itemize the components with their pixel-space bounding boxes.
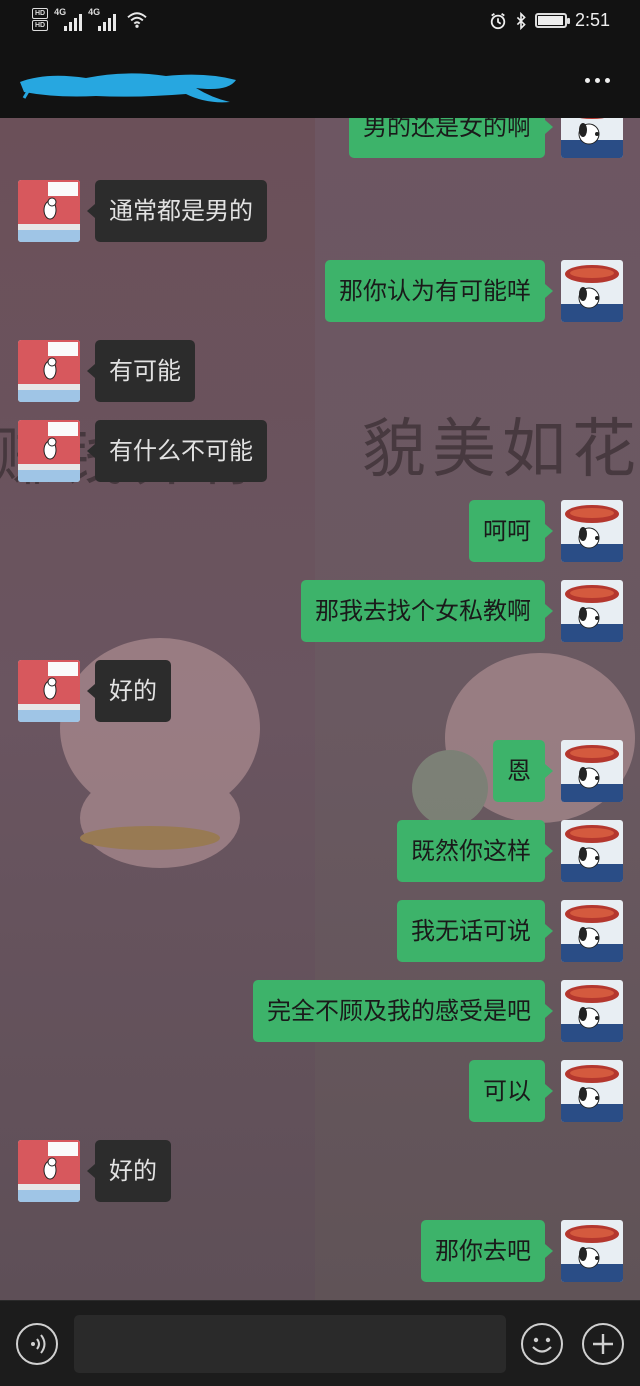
message-row: 那你认为有可能咩: [0, 260, 640, 322]
clock-time: 2:51: [574, 10, 610, 30]
my-avatar[interactable]: [561, 260, 623, 322]
outgoing-message-bubble[interactable]: 那你去吧: [421, 1220, 553, 1282]
message-row: 有可能: [0, 340, 640, 402]
outgoing-message-bubble[interactable]: 既然你这样: [397, 820, 553, 882]
chat-header: [0, 44, 640, 118]
message-row: 有什么不可能: [0, 420, 640, 482]
outgoing-message-bubble[interactable]: 可以: [469, 1060, 553, 1122]
message-input[interactable]: [74, 1315, 506, 1373]
message-row: 完全不顾及我的感受是吧: [0, 980, 640, 1042]
wifi-icon: [127, 11, 147, 28]
my-avatar[interactable]: [561, 118, 623, 158]
outgoing-message-bubble[interactable]: 完全不顾及我的感受是吧: [253, 980, 553, 1042]
my-avatar[interactable]: [561, 580, 623, 642]
battery-icon: [534, 13, 570, 28]
contact-avatar[interactable]: [18, 1140, 80, 1202]
outgoing-message-bubble[interactable]: 男的还是女的啊: [349, 118, 553, 158]
signal-icon: 4G: [54, 7, 83, 31]
message-row: 好的: [0, 660, 640, 722]
message-row: 我无话可说: [0, 900, 640, 962]
my-avatar[interactable]: [561, 980, 623, 1042]
message-row: 男的还是女的啊: [0, 118, 640, 158]
incoming-message-bubble[interactable]: 好的: [87, 660, 171, 722]
hd-badge-bottom: HD: [32, 20, 49, 31]
hd-badges: HD HD: [32, 8, 49, 31]
hd-badge-top: HD: [32, 8, 49, 19]
message-row: 那我去找个女私教啊: [0, 580, 640, 642]
incoming-message-bubble[interactable]: 通常都是男的: [87, 180, 267, 242]
my-avatar[interactable]: [561, 900, 623, 962]
message-row: 既然你这样: [0, 820, 640, 882]
message-row: 恩: [0, 740, 640, 802]
message-row: 好的: [0, 1140, 640, 1202]
emoji-button[interactable]: [521, 1323, 563, 1365]
my-avatar[interactable]: [561, 500, 623, 562]
outgoing-message-bubble[interactable]: 恩: [493, 740, 553, 802]
chat-message-list[interactable]: 赚钱养你 貌美如花 男的还是女的啊通常都是男的那你认为有可能咩有可能有什么不可能…: [0, 118, 640, 1300]
bluetooth-icon: [516, 11, 526, 30]
incoming-message-bubble[interactable]: 有什么不可能: [87, 420, 267, 482]
outgoing-message-bubble[interactable]: 那你认为有可能咩: [325, 260, 553, 322]
incoming-message-bubble[interactable]: 好的: [87, 1140, 171, 1202]
message-row: 可以: [0, 1060, 640, 1122]
my-avatar[interactable]: [561, 1220, 623, 1282]
more-dots-icon: [584, 77, 590, 83]
my-avatar[interactable]: [561, 820, 623, 882]
redacted-contact-name: [20, 73, 236, 103]
outgoing-message-bubble[interactable]: 呵呵: [469, 500, 553, 562]
message-row: 那你去吧: [0, 1220, 640, 1282]
input-bar: [0, 1300, 640, 1386]
voice-button[interactable]: [16, 1323, 58, 1365]
incoming-message-bubble[interactable]: 有可能: [87, 340, 195, 402]
message-row: 通常都是男的: [0, 180, 640, 242]
emoji-icon: [532, 1337, 552, 1353]
my-avatar[interactable]: [561, 740, 623, 802]
signal-icon-2: 4G: [88, 7, 117, 31]
more-options-button[interactable]: [582, 70, 612, 90]
status-bar: HD HD 4G 4G 2:51: [0, 0, 640, 44]
contact-avatar[interactable]: [18, 420, 80, 482]
message-row: 呵呵: [0, 500, 640, 562]
alarm-icon: [490, 12, 506, 29]
outgoing-message-bubble[interactable]: 我无话可说: [397, 900, 553, 962]
voice-icon: [31, 1334, 46, 1354]
outgoing-message-bubble[interactable]: 那我去找个女私教啊: [301, 580, 553, 642]
plus-icon: [593, 1334, 613, 1354]
more-functions-button[interactable]: [582, 1323, 624, 1365]
contact-avatar[interactable]: [18, 180, 80, 242]
contact-avatar[interactable]: [18, 340, 80, 402]
my-avatar[interactable]: [561, 1060, 623, 1122]
contact-avatar[interactable]: [18, 660, 80, 722]
